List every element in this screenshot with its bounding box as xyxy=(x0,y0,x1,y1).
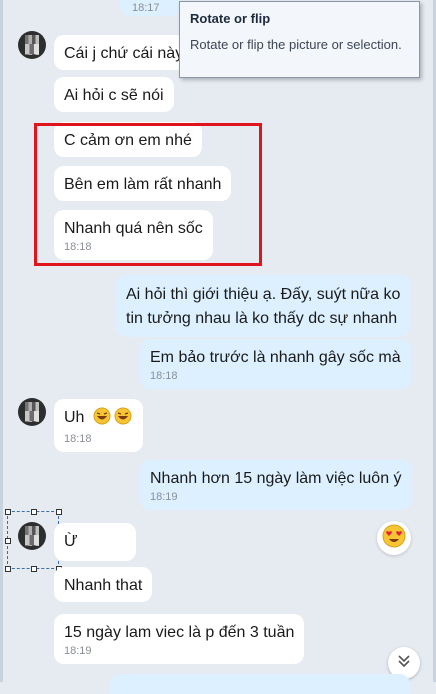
chevron-double-down-icon xyxy=(396,653,412,674)
selection-handle[interactable] xyxy=(5,509,11,515)
reaction-button[interactable] xyxy=(377,521,411,555)
message-bubble-incoming[interactable]: Uh 18:18 xyxy=(54,399,143,452)
selection-handle[interactable] xyxy=(5,538,11,544)
message-bubble-incoming[interactable]: Ai hỏi c sẽ nói xyxy=(54,77,174,112)
message-text: Ừ xyxy=(64,533,78,550)
message-text: Ai hỏi thì giới thiệu ạ. Đấy, suýt nữa k… xyxy=(126,286,401,303)
red-highlight-rectangle xyxy=(34,123,262,266)
message-time: 18:19 xyxy=(150,491,178,503)
tooltip-body: Rotate or flip the picture or selection. xyxy=(190,37,402,52)
message-text: Ai hỏi c sẽ nói xyxy=(64,87,164,104)
message-bubble-incoming[interactable]: Nhanh that xyxy=(54,567,153,602)
message-text-line2: tin tưởng nhau là ko thấy dc sự nhanh xyxy=(126,310,398,327)
message-text: 15 ngày lam viec là p đến 3 tuần xyxy=(64,624,295,641)
message-text: Uh xyxy=(64,409,85,426)
message-text: Nhanh hơn 15 ngày làm việc luôn ý xyxy=(150,470,402,487)
grinning-sweat-emoji-icon xyxy=(93,407,133,431)
message-time: 18:18 xyxy=(150,370,178,382)
tooltip-title: Rotate or flip xyxy=(190,11,271,26)
message-bubble-outgoing[interactable]: Nhanh hơn 15 ngày làm việc luôn ý 18:19 xyxy=(140,460,412,510)
message-text: Cái j chứ cái này xyxy=(64,45,184,62)
selection-handle[interactable] xyxy=(31,566,37,572)
selection-rectangle[interactable] xyxy=(7,511,59,569)
message-bubble-outgoing-partial[interactable] xyxy=(110,674,410,694)
heart-eyes-emoji-icon xyxy=(382,524,406,553)
selection-handle[interactable] xyxy=(5,566,11,572)
avatar[interactable] xyxy=(18,31,46,59)
message-time: 18:18 xyxy=(64,433,92,445)
message-text: Nhanh that xyxy=(64,577,143,594)
selection-handle[interactable] xyxy=(31,509,37,515)
message-bubble-incoming[interactable]: 15 ngày lam viec là p đến 3 tuần 18:19 xyxy=(54,614,305,664)
window-left-border xyxy=(0,0,3,682)
message-time: 18:19 xyxy=(64,645,92,657)
message-timestamp-top: 18:17 xyxy=(120,0,180,16)
message-bubble-incoming[interactable]: Ừ xyxy=(54,523,136,561)
avatar[interactable] xyxy=(18,398,46,426)
message-bubble-incoming[interactable]: Cái j chứ cái này xyxy=(54,35,194,70)
tooltip: Rotate or flip Rotate or flip the pictur… xyxy=(179,1,420,78)
selection-handle[interactable] xyxy=(56,509,62,515)
message-text: Em bảo trước là nhanh gây sốc mà xyxy=(150,349,401,366)
message-bubble-outgoing[interactable]: Em bảo trước là nhanh gây sốc mà 18:18 xyxy=(140,339,411,389)
message-bubble-outgoing[interactable]: Ai hỏi thì giới thiệu ạ. Đấy, suýt nữa k… xyxy=(116,275,411,337)
